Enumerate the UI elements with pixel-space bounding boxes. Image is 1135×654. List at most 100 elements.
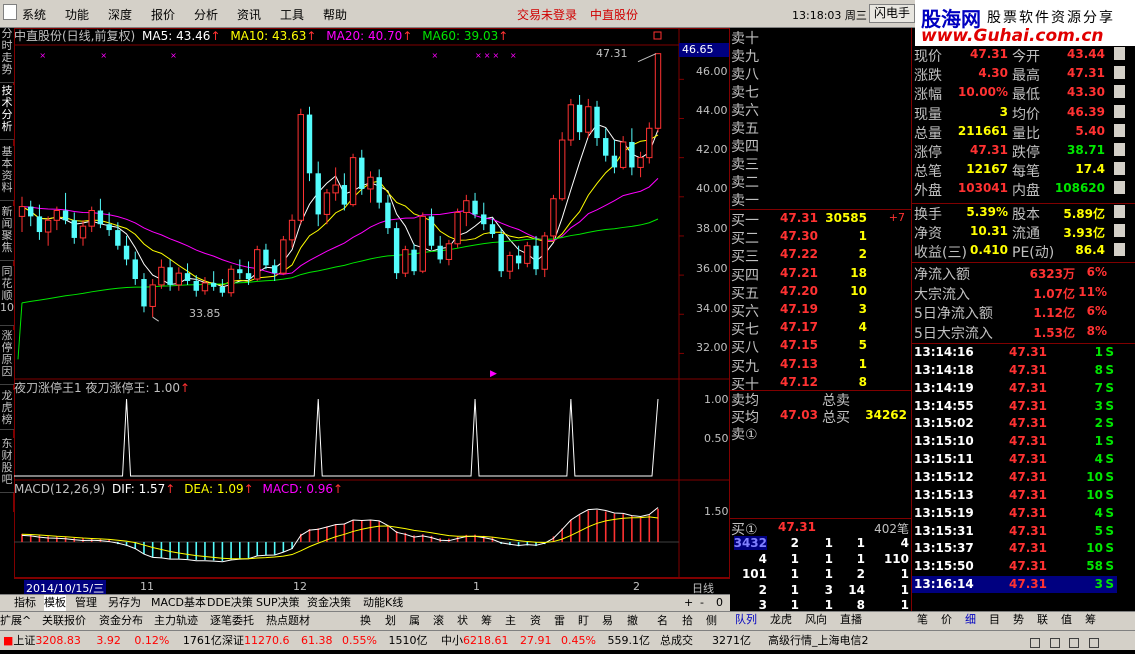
- tb-fund[interactable]: 资金决策: [307, 595, 351, 611]
- tab-ths10[interactable]: 同花顺10: [0, 266, 14, 326]
- buy-level-price[interactable]: 47.30: [780, 229, 818, 243]
- tick-row[interactable]: 13:15:12 47.31 10 S: [912, 469, 1117, 486]
- tb-macd-basic[interactable]: MACD基本: [151, 595, 206, 611]
- zoom-reset-button[interactable]: 0: [716, 595, 723, 611]
- side-button[interactable]: [1114, 143, 1125, 156]
- tb-manage[interactable]: 管理: [75, 595, 97, 611]
- toolbar-item[interactable]: 盯: [578, 613, 589, 629]
- flash-trade-button[interactable]: 闪电手: [869, 4, 915, 23]
- tab-link[interactable]: 联: [1037, 612, 1048, 628]
- toolbar-item[interactable]: 主力轨迹: [154, 613, 198, 629]
- tick-row[interactable]: 13:14:19 47.31 7 S: [912, 380, 1117, 397]
- side-button[interactable]: [1114, 223, 1125, 237]
- tab-dragon-tiger[interactable]: 龙虎榜: [0, 390, 14, 430]
- toolbar-item[interactable]: 状: [457, 613, 468, 629]
- toolbar-item[interactable]: 撤: [627, 613, 638, 629]
- tick-row[interactable]: 13:15:10 47.31 1 S: [912, 433, 1117, 450]
- side-button[interactable]: [1114, 47, 1125, 60]
- tab-queue[interactable]: 队列: [735, 612, 757, 628]
- tab-bi[interactable]: 笔: [917, 612, 928, 628]
- side-button[interactable]: [1114, 85, 1125, 99]
- tab-live[interactable]: 直播: [840, 612, 862, 628]
- zoom-in-button[interactable]: +: [684, 595, 693, 611]
- tick-row[interactable]: 13:15:02 47.31 2 S: [912, 415, 1117, 432]
- tb-saveas[interactable]: 另存为: [108, 595, 141, 611]
- tab-value[interactable]: 值: [1061, 612, 1072, 628]
- toolbar-item[interactable]: 资: [530, 613, 541, 629]
- tab-forum[interactable]: 东财股吧: [0, 438, 14, 493]
- toolbar-item[interactable]: 扩展^: [0, 613, 31, 629]
- zoom-out-button[interactable]: -: [700, 595, 704, 611]
- side-button[interactable]: [1114, 243, 1125, 256]
- menu-system[interactable]: 系统: [22, 6, 46, 23]
- menu-depth[interactable]: 深度: [108, 6, 132, 23]
- toolbar-item[interactable]: 逐笔委托: [210, 613, 254, 629]
- tb-dde[interactable]: DDE决策: [207, 595, 253, 611]
- buy-level-price[interactable]: 47.13: [780, 357, 818, 371]
- tb-sup[interactable]: SUP决策: [256, 595, 300, 611]
- menu-tools[interactable]: 工具: [280, 6, 304, 23]
- tick-row[interactable]: 13:16:14 47.31 3 S: [912, 576, 1117, 594]
- toolbar-item[interactable]: 关联报价: [42, 613, 86, 629]
- side-button[interactable]: [1114, 162, 1125, 176]
- tab-jia[interactable]: 价: [941, 612, 952, 628]
- buy-level-price[interactable]: 47.17: [780, 320, 818, 334]
- menu-function[interactable]: 功能: [65, 6, 89, 23]
- tab-chips[interactable]: 筹: [1085, 612, 1096, 628]
- tb-momentum[interactable]: 动能K线: [363, 595, 403, 611]
- tab-lhb[interactable]: 龙虎: [770, 612, 792, 628]
- tick-row[interactable]: 13:14:55 47.31 3 S: [912, 398, 1117, 415]
- toolbar-item[interactable]: 属: [409, 613, 420, 629]
- tick-row[interactable]: 13:14:18 47.31 8 S: [912, 362, 1117, 379]
- tb-indicator[interactable]: 指标: [14, 595, 36, 611]
- buy-level-price[interactable]: 47.15: [780, 338, 818, 352]
- buy-level-price[interactable]: 47.19: [780, 302, 818, 316]
- tick-row[interactable]: 13:15:11 47.31 4 S: [912, 451, 1117, 468]
- tab-fundamentals[interactable]: 基本资料: [0, 146, 14, 201]
- toolbar-item[interactable]: 热点题材: [266, 613, 310, 629]
- tab-wind[interactable]: 风向: [805, 612, 827, 628]
- toolbar-item[interactable]: 侧: [706, 613, 717, 629]
- tab-technical[interactable]: 技术分析: [0, 85, 14, 140]
- index-sz[interactable]: 深证11270.6 61.38 0.55% 1510亿: [222, 631, 427, 650]
- toolbar-item[interactable]: 资金分布: [99, 613, 143, 629]
- login-status[interactable]: 交易未登录: [517, 6, 577, 23]
- side-button[interactable]: [1114, 204, 1125, 218]
- buy-level-price[interactable]: 47.22: [780, 247, 818, 261]
- menu-help[interactable]: 帮助: [323, 6, 347, 23]
- buy-level-price[interactable]: 47.12: [780, 375, 818, 389]
- toolbar-item[interactable]: 主: [505, 613, 516, 629]
- buy-level-price[interactable]: 47.20: [780, 284, 818, 298]
- side-button[interactable]: [1114, 181, 1125, 195]
- tab-detail[interactable]: 细: [965, 612, 976, 628]
- app-icon[interactable]: [3, 4, 17, 20]
- tick-row[interactable]: 13:14:16 47.31 1 S: [912, 344, 1117, 361]
- tick-row[interactable]: 13:15:19 47.31 4 S: [912, 505, 1117, 522]
- side-button[interactable]: [1114, 104, 1125, 118]
- buy-level-price[interactable]: 47.31: [780, 211, 818, 225]
- menu-analysis[interactable]: 分析: [194, 6, 218, 23]
- tb-template[interactable]: 模板: [44, 595, 66, 611]
- toolbar-item[interactable]: 筹: [481, 613, 492, 629]
- toolbar-item[interactable]: 雷: [554, 613, 565, 629]
- tick-row[interactable]: 13:15:13 47.31 10 S: [912, 487, 1117, 504]
- tab-intraday[interactable]: 分时走势: [0, 28, 14, 83]
- toolbar-item[interactable]: 名: [657, 613, 668, 629]
- tab-mu[interactable]: 目: [989, 612, 1000, 628]
- tick-row[interactable]: 13:15:37 47.31 10 S: [912, 540, 1117, 557]
- toolbar-item[interactable]: 划: [385, 613, 396, 629]
- side-button[interactable]: [1114, 123, 1125, 137]
- toolbar-item[interactable]: 滚: [433, 613, 444, 629]
- data-source[interactable]: 高级行情_上海电信2: [768, 631, 869, 650]
- toolbar-item[interactable]: 拾: [682, 613, 693, 629]
- chart-area[interactable]: 中直股份(日线,前复权) MA5: 43.46↑ MA10: 43.63↑ MA…: [14, 28, 730, 596]
- index-sme[interactable]: 中小6218.61 27.91 0.45% 559.1亿: [441, 631, 650, 650]
- candlestick-chart[interactable]: × × × × × × × ×▶: [14, 28, 730, 594]
- menu-news[interactable]: 资讯: [237, 6, 261, 23]
- side-button[interactable]: [1114, 66, 1125, 80]
- toolbar-item[interactable]: 易: [602, 613, 613, 629]
- menu-quote[interactable]: 报价: [151, 6, 175, 23]
- index-sh[interactable]: ■上证3208.83 3.92 0.12% 1761亿: [3, 631, 222, 650]
- tab-trend[interactable]: 势: [1013, 612, 1024, 628]
- tab-limit-reason[interactable]: 涨停原因: [0, 330, 14, 385]
